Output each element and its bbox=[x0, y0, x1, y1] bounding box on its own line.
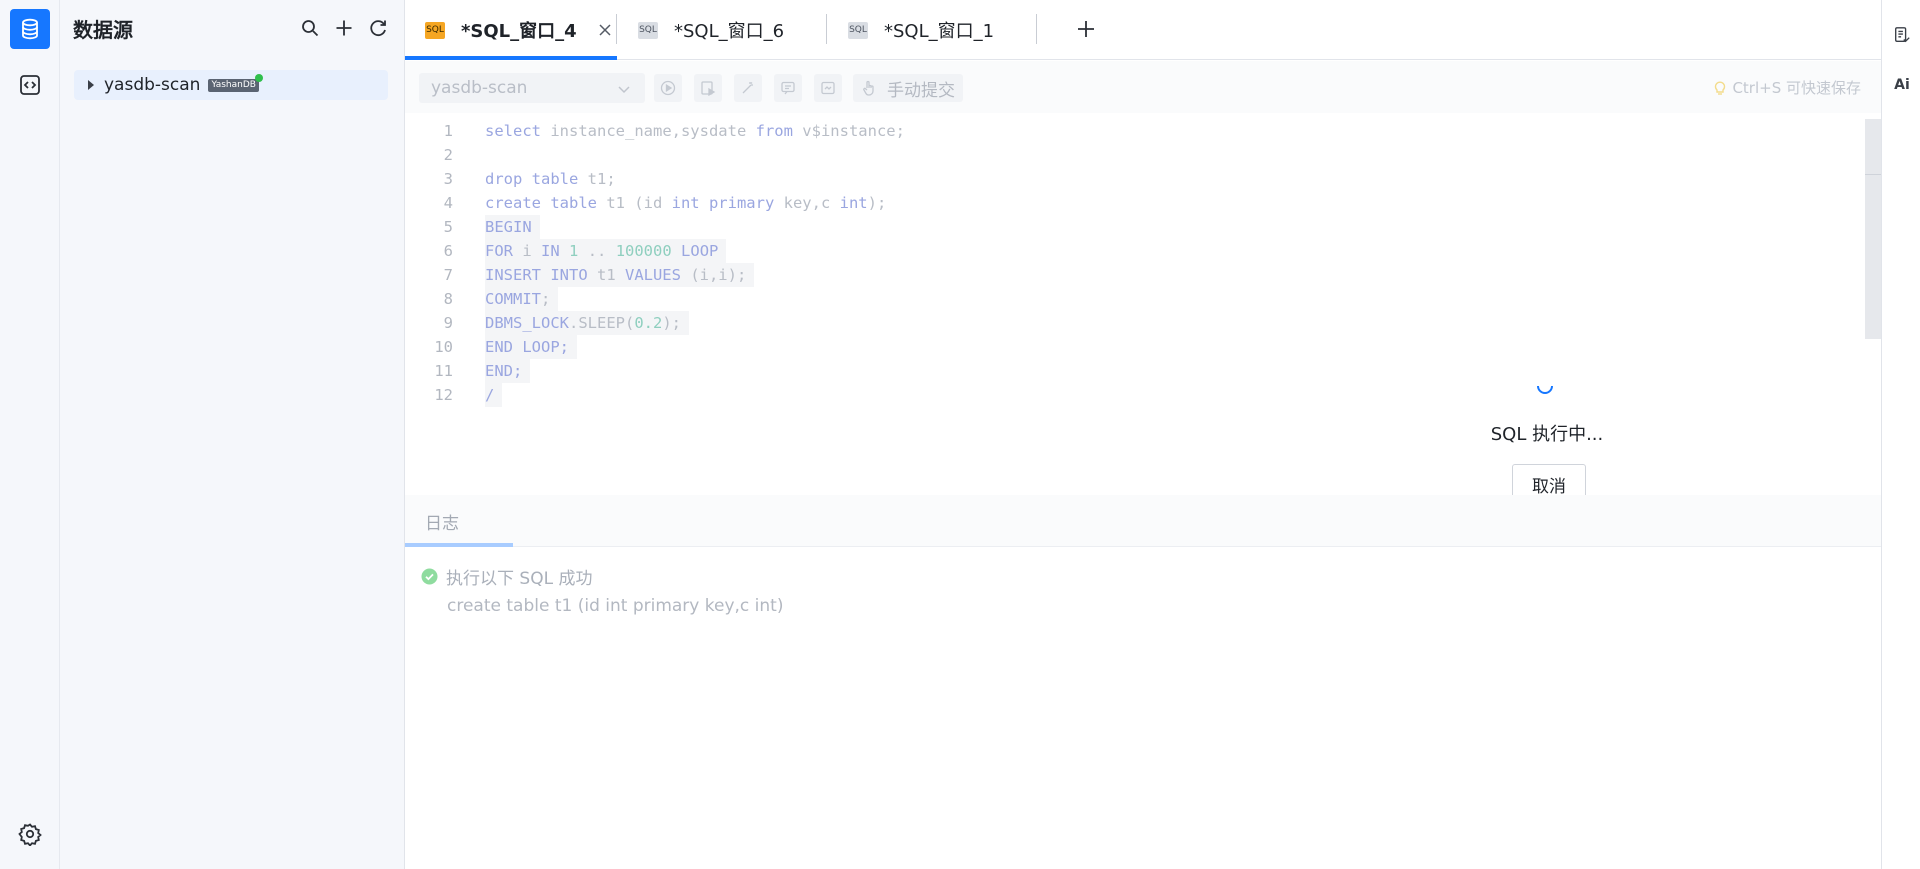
log-entry-status: 执行以下 SQL 成功 bbox=[421, 564, 592, 589]
tab-sql-window-4[interactable]: SQL *SQL_窗口_4 bbox=[425, 0, 613, 60]
main-area: SQL *SQL_窗口_4 SQL *SQL_窗口_6 SQL *SQL_窗口_… bbox=[405, 0, 1881, 869]
db-type-badge: YashanDB bbox=[208, 73, 263, 92]
caret-right-icon[interactable] bbox=[88, 80, 94, 90]
log-panel: 执行以下 SQL 成功 create table t1 (id int prim… bbox=[405, 548, 1881, 869]
search-icon[interactable] bbox=[298, 16, 322, 40]
notes-icon[interactable] bbox=[1891, 24, 1913, 46]
panel-tools bbox=[298, 16, 390, 40]
tab-sql-window-6[interactable]: SQL *SQL_窗口_6 bbox=[638, 0, 784, 60]
sql-file-icon: SQL bbox=[425, 21, 445, 39]
app-window: 数据源 yasdb-scan YashanDB SQL *SQL_窗口_4 SQ… bbox=[0, 0, 1920, 869]
tab-bar: SQL *SQL_窗口_4 SQL *SQL_窗口_6 SQL *SQL_窗口_… bbox=[405, 0, 1881, 60]
datasource-panel: 数据源 yasdb-scan YashanDB bbox=[60, 0, 405, 869]
add-tab-icon[interactable] bbox=[1073, 16, 1099, 42]
comment-icon bbox=[781, 81, 795, 95]
chevron-down-icon bbox=[618, 86, 630, 94]
db-type-label: YashanDB bbox=[211, 79, 256, 90]
log-sql-text: create table t1 (id int primary key,c in… bbox=[447, 596, 784, 616]
datasource-select[interactable]: yasdb-scan bbox=[419, 73, 645, 103]
comment-button[interactable] bbox=[774, 74, 802, 102]
tab-label: *SQL_窗口_4 bbox=[461, 21, 577, 42]
executing-status: SQL 执行中... bbox=[1490, 424, 1604, 445]
left-rail bbox=[0, 0, 60, 869]
save-hint: Ctrl+S 可快速保存 bbox=[1712, 77, 1861, 98]
sql-file-icon: SQL bbox=[848, 21, 868, 39]
save-hint-text: Ctrl+S 可快速保存 bbox=[1732, 79, 1861, 97]
ai-assistant-icon[interactable]: Ai bbox=[1891, 74, 1913, 96]
code-window-icon[interactable] bbox=[10, 65, 50, 105]
manual-commit-label: 手动提交 bbox=[887, 80, 955, 101]
hand-pointer-icon bbox=[863, 80, 874, 96]
database-icon[interactable] bbox=[10, 9, 50, 49]
datasource-name: yasdb-scan bbox=[104, 75, 201, 95]
tab-divider bbox=[616, 14, 617, 44]
active-tab-indicator bbox=[405, 543, 513, 547]
plan-icon bbox=[821, 81, 835, 95]
tree-item-datasource[interactable]: yasdb-scan YashanDB bbox=[74, 70, 388, 100]
log-status-text: 执行以下 SQL 成功 bbox=[446, 569, 593, 589]
tab-label: *SQL_窗口_6 bbox=[674, 21, 785, 42]
explain-button[interactable] bbox=[814, 74, 842, 102]
run-script-icon bbox=[701, 81, 716, 96]
gear-icon[interactable] bbox=[10, 814, 50, 854]
format-button[interactable] bbox=[734, 74, 762, 102]
tab-log[interactable]: 日志 bbox=[425, 509, 459, 534]
play-icon bbox=[660, 80, 676, 96]
run-selected-button[interactable] bbox=[694, 74, 722, 102]
check-circle-icon bbox=[421, 568, 438, 585]
editor-toolbar: yasdb-scan 手动提交 Ctrl+S 可快速保存 bbox=[405, 61, 1881, 113]
plus-icon[interactable] bbox=[332, 16, 356, 40]
tab-label: *SQL_窗口_1 bbox=[884, 21, 995, 42]
active-tab-indicator bbox=[405, 56, 617, 60]
tab-sql-window-1[interactable]: SQL *SQL_窗口_1 bbox=[848, 0, 994, 60]
refresh-icon[interactable] bbox=[366, 16, 390, 40]
result-tabs: 日志 bbox=[405, 495, 1881, 547]
magic-wand-icon bbox=[742, 82, 753, 94]
close-icon[interactable] bbox=[597, 22, 613, 38]
manual-commit-button[interactable]: 手动提交 bbox=[853, 74, 963, 102]
tab-divider bbox=[1036, 14, 1037, 44]
right-rail: Ai bbox=[1881, 0, 1920, 869]
loading-spinner-icon bbox=[1537, 385, 1553, 394]
panel-title: 数据源 bbox=[73, 18, 133, 42]
run-button[interactable] bbox=[654, 74, 682, 102]
executing-overlay: SQL 执行中... 取消 bbox=[405, 113, 1881, 504]
tab-divider bbox=[826, 14, 827, 44]
connection-status-dot bbox=[254, 73, 263, 82]
lightbulb-icon bbox=[1715, 81, 1726, 95]
sql-file-icon: SQL bbox=[638, 21, 658, 39]
datasource-select-value: yasdb-scan bbox=[431, 78, 528, 98]
